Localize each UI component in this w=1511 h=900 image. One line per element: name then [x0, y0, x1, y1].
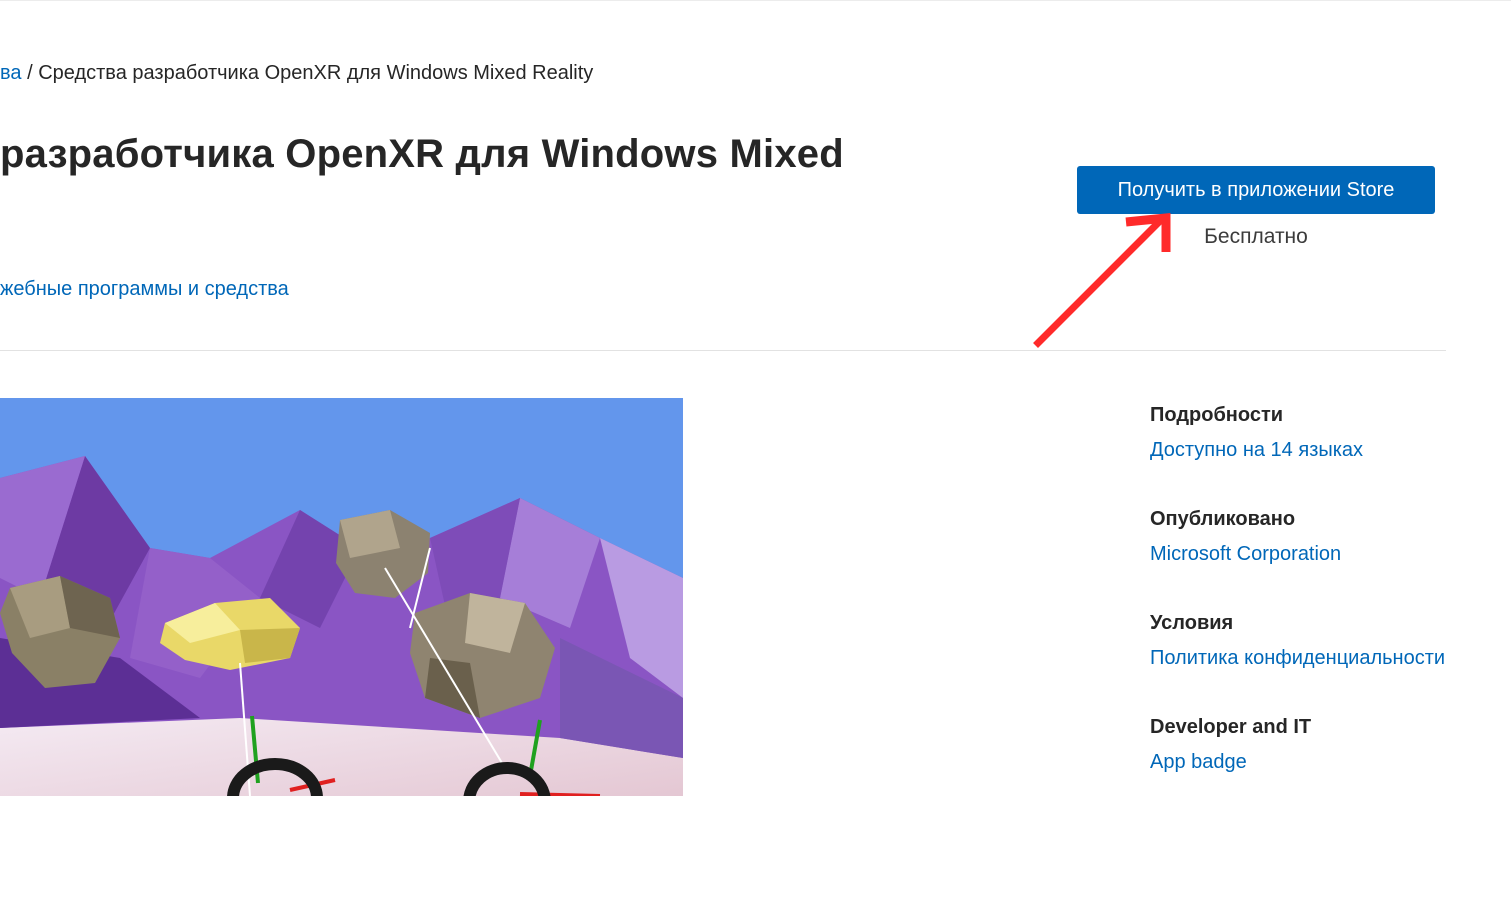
- price-label: Бесплатно: [1204, 225, 1308, 248]
- detail-link[interactable]: Политика конфиденциальности: [1150, 642, 1450, 674]
- detail-heading: Опубликовано: [1150, 508, 1296, 530]
- get-in-store-button[interactable]: Получить в приложении Store: [1077, 166, 1435, 214]
- top-border: [0, 0, 1511, 1]
- detail-heading: Условия: [1150, 612, 1234, 634]
- detail-link[interactable]: Microsoft Corporation: [1150, 538, 1450, 570]
- detail-group: Условия Политика конфиденциальности: [1150, 608, 1450, 674]
- screenshot-image: [0, 398, 683, 796]
- detail-group: Подробности Доступно на 14 языках: [1150, 400, 1450, 466]
- detail-group: Опубликовано Microsoft Corporation: [1150, 504, 1450, 570]
- detail-heading: Developer and IT: [1150, 716, 1312, 738]
- detail-group: Developer and IT App badge: [1150, 712, 1450, 778]
- breadcrumb-separator: /: [27, 62, 33, 84]
- category-link[interactable]: жебные программы и средства: [0, 276, 289, 302]
- page-title: разработчика OpenXR для Windows Mixed: [0, 132, 844, 176]
- breadcrumb-current: Средства разработчика OpenXR для Windows…: [38, 62, 594, 84]
- details-sidebar: Подробности Доступно на 14 языках Опублико…: [1150, 400, 1450, 800]
- detail-link[interactable]: App badge: [1150, 746, 1450, 778]
- breadcrumb-link[interactable]: ва: [0, 62, 22, 84]
- breadcrumb: ва / Средства разработчика OpenXR для Wi…: [0, 60, 593, 86]
- section-divider: [0, 350, 1446, 351]
- detail-link[interactable]: Доступно на 14 языках: [1150, 434, 1450, 466]
- app-screenshot[interactable]: [0, 398, 683, 796]
- detail-heading: Подробности: [1150, 404, 1284, 426]
- red-arrow-icon: [1033, 213, 1171, 348]
